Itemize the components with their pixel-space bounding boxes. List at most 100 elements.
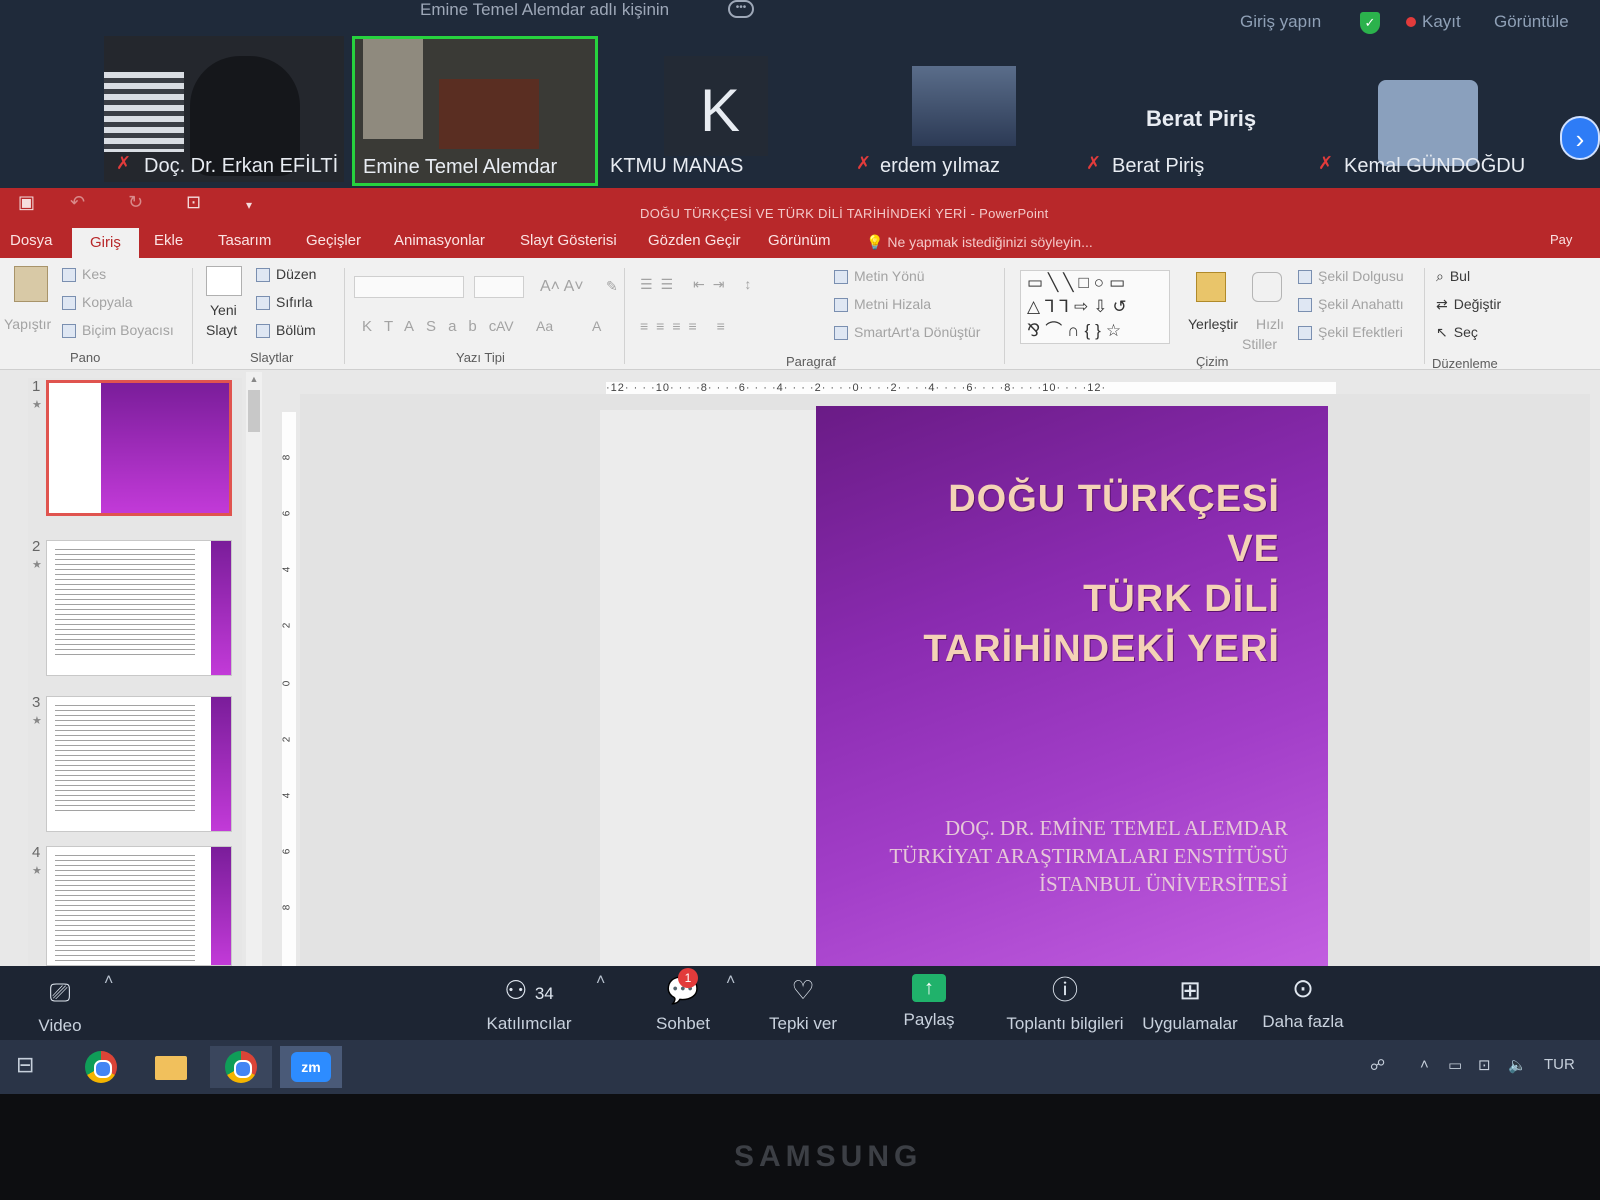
slide-editing-canvas[interactable]: DOĞU TÜRKÇESİ VE TÜRK DİLİ TARİHİNDEKİ Y… <box>300 394 1590 966</box>
react-button[interactable]: ♡ Tepki ver <box>760 974 846 1034</box>
taskbar-zoom-app[interactable]: zm <box>280 1046 342 1088</box>
replace-button[interactable]: ⇄ Değiştir <box>1436 296 1501 313</box>
quick-styles-icon[interactable] <box>1252 272 1282 302</box>
customize-toolbar-icon[interactable]: ▾ <box>246 198 252 212</box>
tab-slideshow[interactable]: Slayt Gösterisi <box>520 232 617 249</box>
quick-styles-button[interactable]: Hızlı <box>1256 316 1284 332</box>
shape-outline-button[interactable]: Şekil Anahattı <box>1298 296 1404 313</box>
undo-icon[interactable]: ↶ <box>70 192 85 213</box>
tab-view[interactable]: Görünüm <box>768 232 831 249</box>
new-slide-button[interactable]: Yeni <box>210 302 237 318</box>
tab-animations[interactable]: Animasyonlar <box>394 232 485 249</box>
cut-button[interactable]: Kes <box>62 266 106 283</box>
slide-thumbnail[interactable] <box>46 540 232 676</box>
tab-home[interactable]: Giriş <box>72 228 139 259</box>
participants-options-chevron-icon[interactable]: ˄ <box>596 972 605 990</box>
shape-fill-button[interactable]: Şekil Dolgusu <box>1298 268 1404 285</box>
bullets-icon[interactable]: ☰☰ ⇤⇥ ↕ <box>640 276 759 293</box>
tab-file[interactable]: Dosya <box>10 232 53 249</box>
apps-button[interactable]: ⊞ Uygulamalar <box>1140 974 1240 1034</box>
scroll-thumb[interactable] <box>248 390 260 432</box>
quick-styles-button-label2[interactable]: Stiller <box>1242 336 1277 352</box>
text-direction-button[interactable]: Metin Yönü <box>834 268 925 285</box>
battery-icon[interactable]: ▭ <box>1448 1056 1462 1074</box>
section-button[interactable]: Bölüm <box>256 322 316 339</box>
participant-tile[interactable]: ✗ erdem yılmaz <box>850 36 1030 182</box>
scroll-up-icon[interactable]: ▲ <box>248 374 260 386</box>
paste-icon[interactable] <box>14 266 48 302</box>
people-icon[interactable]: ☍ <box>1370 1056 1385 1074</box>
slide-title-line[interactable]: VE <box>1227 528 1280 571</box>
layout-button[interactable]: Düzen <box>256 266 316 283</box>
taskbar-file-explorer-app[interactable] <box>140 1046 202 1088</box>
font-family-select[interactable] <box>354 276 464 298</box>
copy-button[interactable]: Kopyala <box>62 294 133 311</box>
chat-button[interactable]: 💬 1 Sohbet <box>648 968 718 1034</box>
current-slide[interactable]: DOĞU TÜRKÇESİ VE TÜRK DİLİ TARİHİNDEKİ Y… <box>816 406 1328 966</box>
tab-insert[interactable]: Ekle <box>154 232 183 249</box>
slide-subtitle-line[interactable]: DOÇ. DR. EMİNE TEMEL ALEMDAR <box>945 816 1288 841</box>
slide-subtitle-line[interactable]: İSTANBUL ÜNİVERSİTESİ <box>1039 872 1288 897</box>
chat-options-chevron-icon[interactable]: ˄ <box>726 972 735 990</box>
slide-thumbnail-selected[interactable] <box>46 380 232 516</box>
taskbar-chrome-app[interactable] <box>70 1046 132 1088</box>
slide-title-line[interactable]: DOĞU TÜRKÇESİ <box>948 478 1280 521</box>
new-slide-button-label2[interactable]: Slayt <box>206 322 237 338</box>
find-button[interactable]: ⌕ Bul <box>1436 268 1470 285</box>
participant-tile[interactable]: ✗ Doç. Dr. Erkan EFİLTİ <box>104 36 344 182</box>
network-icon[interactable]: ⊡ <box>1478 1056 1491 1074</box>
slide-subtitle-line[interactable]: TÜRKİYAT ARAŞTIRMALARI ENSTİTÜSÜ <box>889 844 1288 869</box>
font-size-select[interactable] <box>474 276 524 298</box>
volume-icon[interactable]: 🔈 <box>1508 1056 1527 1074</box>
participants-button[interactable]: ⚇ 34 Katılımcılar <box>474 974 584 1034</box>
paste-button[interactable]: Yapıştır <box>4 316 51 332</box>
new-slide-icon[interactable] <box>206 266 242 296</box>
clear-formatting-icon[interactable]: ✎ <box>606 278 618 295</box>
participant-tile[interactable]: K KTMU MANAS <box>608 36 778 182</box>
participant-tile-active-speaker[interactable]: Emine Temel Alemdar <box>352 36 598 186</box>
record-indicator[interactable]: Kayıt <box>1406 12 1461 32</box>
arrange-icon[interactable] <box>1196 272 1226 302</box>
alignment-icon[interactable]: ≡≡≡≡ ≡ <box>640 318 733 334</box>
participant-tile[interactable]: Berat Piriş ✗ Berat Piriş <box>1080 36 1280 182</box>
participant-tile[interactable]: ✗ Kemal GÜNDOĞDU <box>1316 36 1525 182</box>
meeting-info-button[interactable]: ⓘ Toplantı bilgileri <box>1000 974 1130 1034</box>
start-slideshow-icon[interactable]: ⊡ <box>186 192 201 213</box>
tell-me-search[interactable]: 💡 Ne yapmak istediğinizi söyleyin... <box>866 234 1093 251</box>
security-shield-icon[interactable]: ✓ <box>1360 12 1380 34</box>
tab-design[interactable]: Tasarım <box>218 232 271 249</box>
reset-button[interactable]: Sıfırla <box>256 294 313 311</box>
smartart-button[interactable]: SmartArt'a Dönüştür <box>834 324 980 341</box>
share-screen-button[interactable]: ↑ Paylaş <box>894 974 964 1030</box>
character-spacing-icon[interactable]: AV <box>496 318 514 334</box>
input-language[interactable]: TUR <box>1544 1056 1575 1073</box>
thumbnail-scrollbar[interactable]: ▲ <box>246 372 262 966</box>
font-color-icon[interactable]: A <box>592 318 601 334</box>
video-options-chevron-icon[interactable]: ˄ <box>104 972 113 990</box>
format-painter-button[interactable]: Biçim Boyacısı <box>62 322 174 339</box>
video-button[interactable]: ⎚ Video <box>30 976 90 1036</box>
taskbar-chrome-app[interactable] <box>210 1046 272 1088</box>
arrange-button[interactable]: Yerleştir <box>1188 316 1238 332</box>
font-style-buttons-icon[interactable]: KTASabc <box>362 318 508 335</box>
tab-transitions[interactable]: Geçişler <box>306 232 361 249</box>
tab-review[interactable]: Gözden Geçir <box>648 232 741 249</box>
shape-effects-button[interactable]: Şekil Efektleri <box>1298 324 1403 341</box>
shapes-gallery[interactable]: ▭╲╲□○▭ △⅂⅂⇨⇩↺ ⅋⌒∩{}☆ <box>1020 270 1170 344</box>
next-page-chevron-icon[interactable]: › <box>1560 116 1600 160</box>
slide-thumbnail[interactable] <box>46 696 232 832</box>
save-icon[interactable]: ▣ <box>18 192 35 213</box>
sign-in-link[interactable]: Giriş yapın <box>1240 12 1321 32</box>
view-button[interactable]: Görüntüle <box>1494 12 1569 32</box>
share-button[interactable]: Pay <box>1550 232 1572 247</box>
task-view-icon[interactable]: ⊟ <box>16 1052 34 1078</box>
slide-thumbnail[interactable] <box>46 846 232 966</box>
grow-font-icon[interactable]: A˄ A˅ <box>540 278 584 296</box>
select-button[interactable]: ↖ Seç <box>1436 324 1478 341</box>
hidden-icons-chevron-icon[interactable]: ˄ <box>1420 1056 1429 1073</box>
slide-title-line[interactable]: TARİHİNDEKİ YERİ <box>923 628 1280 671</box>
more-button[interactable]: ⊙ Daha fazla <box>1258 972 1348 1032</box>
align-text-button[interactable]: Metni Hizala <box>834 296 931 313</box>
redo-icon[interactable]: ↻ <box>128 192 143 213</box>
speaker-options-icon[interactable]: ••• <box>728 0 754 18</box>
